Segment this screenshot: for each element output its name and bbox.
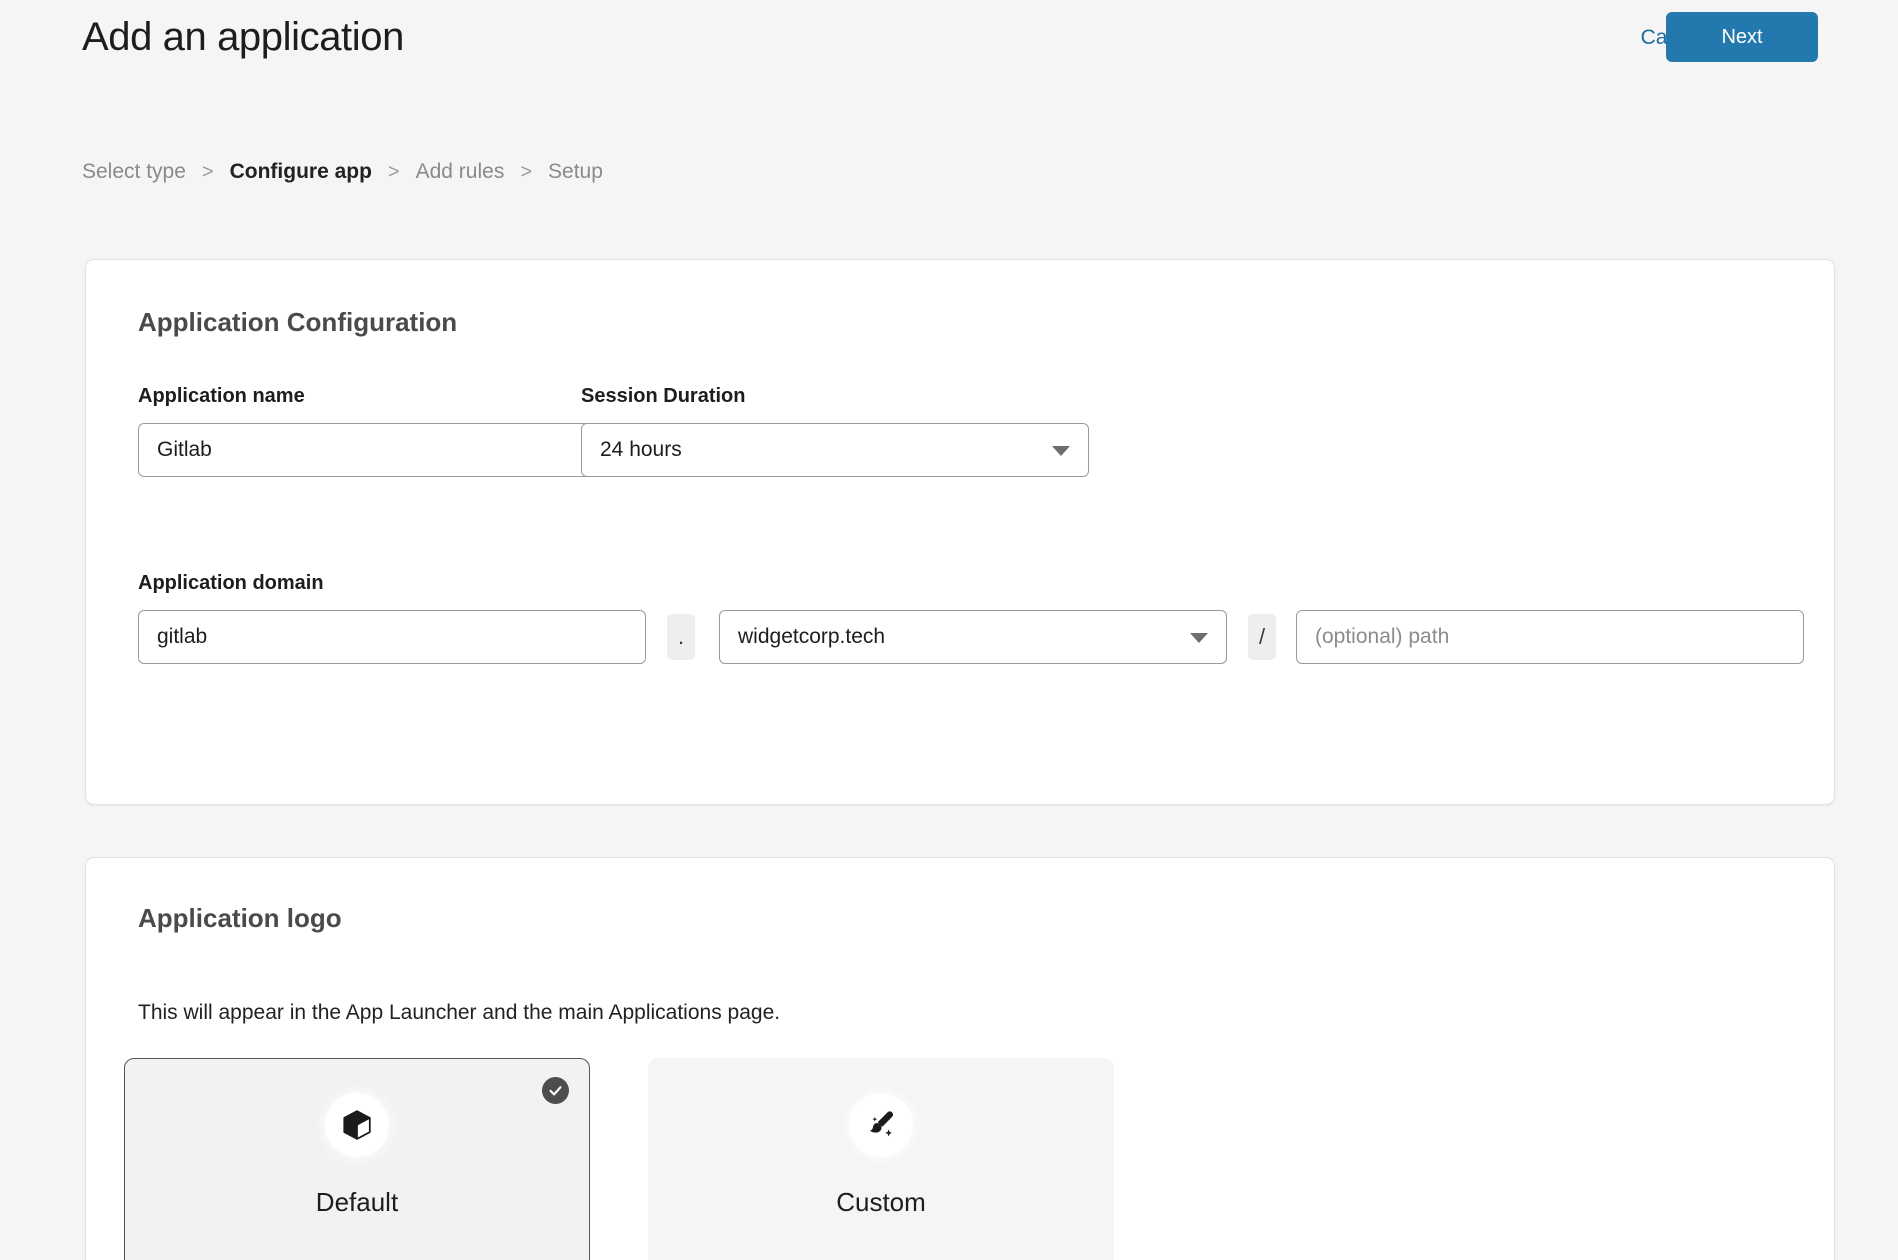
paintbrush-icon bbox=[864, 1108, 898, 1142]
chevron-down-icon bbox=[1190, 633, 1208, 643]
session-duration-select[interactable]: 24 hours bbox=[581, 423, 1089, 477]
application-logo-title: Application logo bbox=[138, 903, 342, 934]
logo-option-custom[interactable]: Custom bbox=[648, 1058, 1114, 1260]
session-duration-label: Session Duration bbox=[581, 385, 745, 408]
check-circle-icon bbox=[542, 1077, 569, 1104]
application-logo-card: Application logo This will appear in the… bbox=[85, 857, 1835, 1260]
next-button[interactable]: Next bbox=[1666, 12, 1818, 62]
breadcrumb-separator: > bbox=[520, 161, 532, 184]
session-duration-value: 24 hours bbox=[600, 438, 682, 462]
chevron-down-icon bbox=[1052, 446, 1070, 456]
breadcrumb-step-configure-app[interactable]: Configure app bbox=[230, 160, 372, 184]
application-configuration-card: Application Configuration Application na… bbox=[85, 259, 1835, 805]
breadcrumb: Select type > Configure app > Add rules … bbox=[82, 160, 603, 184]
application-domain-select[interactable]: widgetcorp.tech bbox=[719, 610, 1227, 664]
logo-option-default[interactable]: Default bbox=[124, 1058, 590, 1260]
page-title: Add an application bbox=[82, 15, 404, 60]
breadcrumb-step-select-type[interactable]: Select type bbox=[82, 160, 186, 184]
breadcrumb-step-setup[interactable]: Setup bbox=[548, 160, 603, 184]
logo-option-custom-label: Custom bbox=[649, 1187, 1113, 1218]
application-name-label: Application name bbox=[138, 385, 305, 408]
application-subdomain-input[interactable] bbox=[138, 610, 646, 664]
custom-logo-bubble bbox=[849, 1093, 913, 1157]
application-domain-label: Application domain bbox=[138, 572, 324, 595]
add-application-page: Add an application Cancel Next Select ty… bbox=[0, 0, 1898, 1260]
dot-separator: . bbox=[667, 614, 695, 660]
cube-icon bbox=[340, 1108, 374, 1142]
application-logo-description: This will appear in the App Launcher and… bbox=[138, 1001, 780, 1025]
logo-option-default-label: Default bbox=[125, 1187, 589, 1218]
application-configuration-title: Application Configuration bbox=[138, 307, 457, 338]
application-name-input[interactable] bbox=[138, 423, 646, 477]
breadcrumb-separator: > bbox=[202, 161, 214, 184]
page-header: Add an application Cancel Next bbox=[0, 0, 1898, 90]
application-path-input[interactable] bbox=[1296, 610, 1804, 664]
application-domain-value: widgetcorp.tech bbox=[738, 625, 885, 649]
default-logo-bubble bbox=[325, 1093, 389, 1157]
slash-separator: / bbox=[1248, 614, 1276, 660]
breadcrumb-separator: > bbox=[388, 161, 400, 184]
breadcrumb-step-add-rules[interactable]: Add rules bbox=[416, 160, 505, 184]
